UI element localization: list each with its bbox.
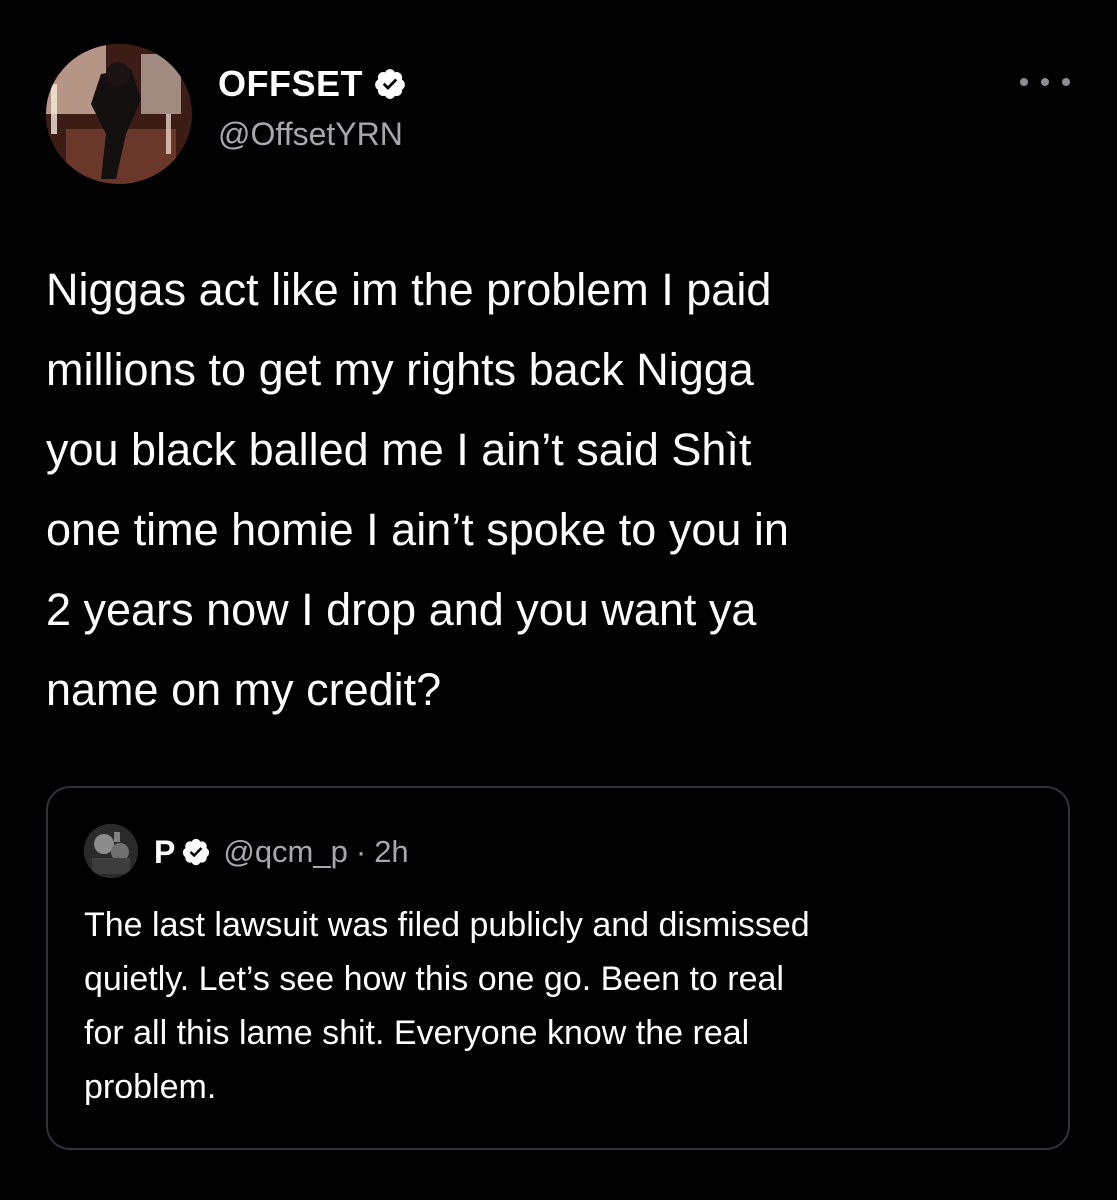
author-avatar[interactable] (46, 44, 192, 184)
more-dot (1020, 78, 1028, 86)
quoted-profile-photo (84, 824, 138, 878)
quoted-display-name[interactable]: P (154, 834, 175, 871)
separator-dot: · (355, 834, 367, 869)
author-handle[interactable]: @OffsetYRN (218, 116, 403, 153)
quoted-author-avatar[interactable] (84, 824, 138, 878)
profile-photo (46, 44, 192, 184)
quoted-author-row: P @qcm_p · 2h (154, 832, 409, 872)
tweet-text: Niggas act like im the problem I paid mi… (46, 264, 789, 715)
quoted-handle[interactable]: @qcm_p (223, 834, 348, 870)
more-options-icon[interactable] (1020, 70, 1070, 94)
quoted-timestamp[interactable]: 2h (374, 834, 408, 870)
author-name-row: OFFSET (218, 62, 407, 106)
author-display-name[interactable]: OFFSET (218, 63, 363, 105)
verified-badge-icon (183, 838, 210, 866)
more-dot (1041, 78, 1049, 86)
tweet-card: OFFSET @OffsetYRN Niggas act like im the… (0, 0, 1117, 1200)
quoted-tweet[interactable]: P @qcm_p · 2h The last lawsuit was filed… (46, 786, 1070, 1150)
verified-badge-icon (375, 69, 405, 99)
more-dot (1062, 78, 1070, 86)
quoted-tweet-text: The last lawsuit was filed publicly and … (84, 906, 810, 1106)
